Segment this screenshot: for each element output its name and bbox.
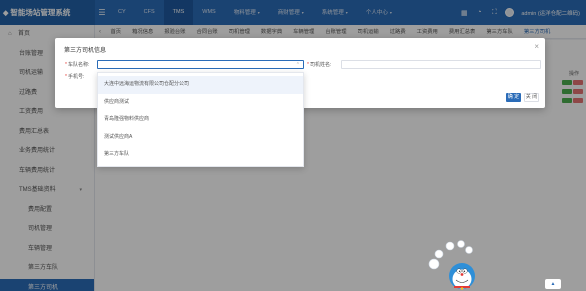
chevron-up-icon: ⌃ — [295, 62, 300, 68]
mascot-image — [428, 240, 475, 290]
driver-name-label: *司机姓名: — [307, 62, 332, 68]
fleet-name-label: *车队名称: — [65, 62, 90, 68]
dialog-title: 第三方司机信息 — [64, 48, 107, 54]
dropdown-option[interactable]: 第三方车队 — [98, 146, 303, 164]
fleet-name-row: *车队名称: ⌃ — [65, 60, 304, 69]
close-icon[interactable]: × — [534, 42, 539, 51]
driver-name-row: *司机姓名: — [307, 60, 541, 69]
dropdown-option[interactable]: 青岛隆强物料供应商 — [98, 111, 303, 129]
fleet-name-select[interactable]: ⌃ — [97, 60, 304, 69]
confirm-button[interactable]: 确 定 — [506, 93, 521, 102]
driver-name-field[interactable] — [341, 60, 541, 69]
back-to-top-button[interactable]: ▲ — [545, 279, 561, 289]
phone-label: *手机号: — [65, 74, 85, 80]
dropdown-option[interactable]: 测试供应商A — [98, 129, 303, 147]
fleet-name-dropdown: 大连中远海运物流有限公司仓配分公司 供应商测试 青岛隆强物料供应商 测试供应商A 第三方… — [97, 72, 304, 167]
dropdown-option[interactable]: 大连中远海运物流有限公司仓配分公司 — [98, 76, 303, 94]
close-button[interactable]: 关 闭 — [524, 93, 539, 102]
dropdown-option[interactable]: 供应商测试 — [98, 94, 303, 112]
